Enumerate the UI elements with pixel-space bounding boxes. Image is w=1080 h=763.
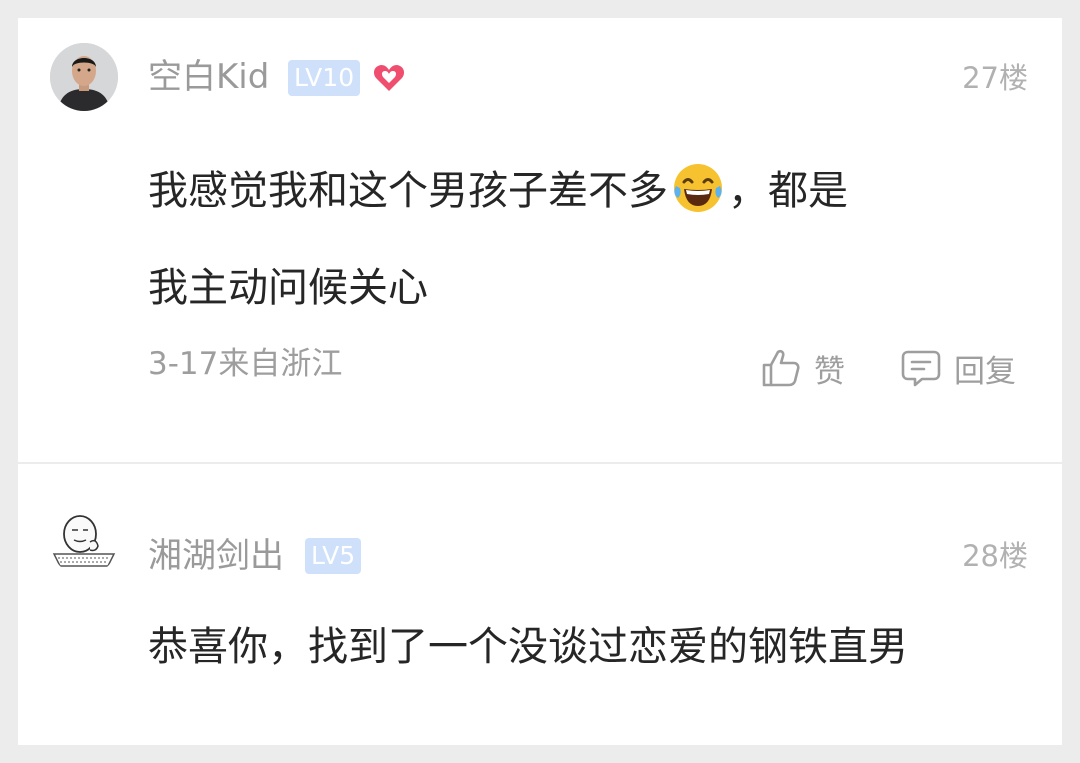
like-button[interactable]: 赞	[760, 346, 845, 390]
username[interactable]: 空白Kid	[148, 57, 269, 97]
like-label: 赞	[814, 353, 845, 390]
comment-list: 空白Kid LV10 27楼 我感觉我和这个男孩子差不多 ，都是 我主动问候关心…	[18, 18, 1062, 745]
comment-meta: 3-17来自浙江	[148, 346, 343, 382]
username[interactable]: 湘湖剑出	[148, 536, 284, 576]
comment-item: 湘湖剑出 LV5 28楼 恭喜你，找到了一个没谈过恋爱的钢铁直男	[18, 464, 1062, 745]
comment-text: 恭喜你，找到了一个没谈过恋爱的钢铁直男	[148, 624, 908, 670]
reply-button[interactable]: 回复	[900, 346, 1016, 390]
level-badge: LV5	[305, 538, 362, 574]
comment-text-part: 我感觉我和这个男孩子差不多	[148, 168, 668, 214]
floor-number: 27楼	[962, 61, 1028, 95]
thumbs-up-icon	[762, 349, 800, 387]
level-badge: LV10	[288, 60, 361, 96]
avatar[interactable]	[50, 43, 118, 111]
heart-icon	[373, 65, 405, 91]
reply-label: 回复	[954, 353, 1016, 390]
comment-icon	[901, 350, 941, 387]
comment-text: 我感觉我和这个男孩子差不多 ，都是	[148, 160, 1028, 217]
avatar-image	[50, 508, 118, 576]
laughing-tears-emoji	[674, 164, 722, 212]
comment-text-part: ，都是	[728, 168, 848, 214]
avatar[interactable]	[50, 508, 118, 576]
comment-text-line: 我主动问候关心	[148, 265, 428, 311]
comment-item: 空白Kid LV10 27楼 我感觉我和这个男孩子差不多 ，都是 我主动问候关心…	[18, 18, 1062, 462]
avatar-image	[50, 43, 118, 111]
floor-number: 28楼	[962, 539, 1028, 573]
